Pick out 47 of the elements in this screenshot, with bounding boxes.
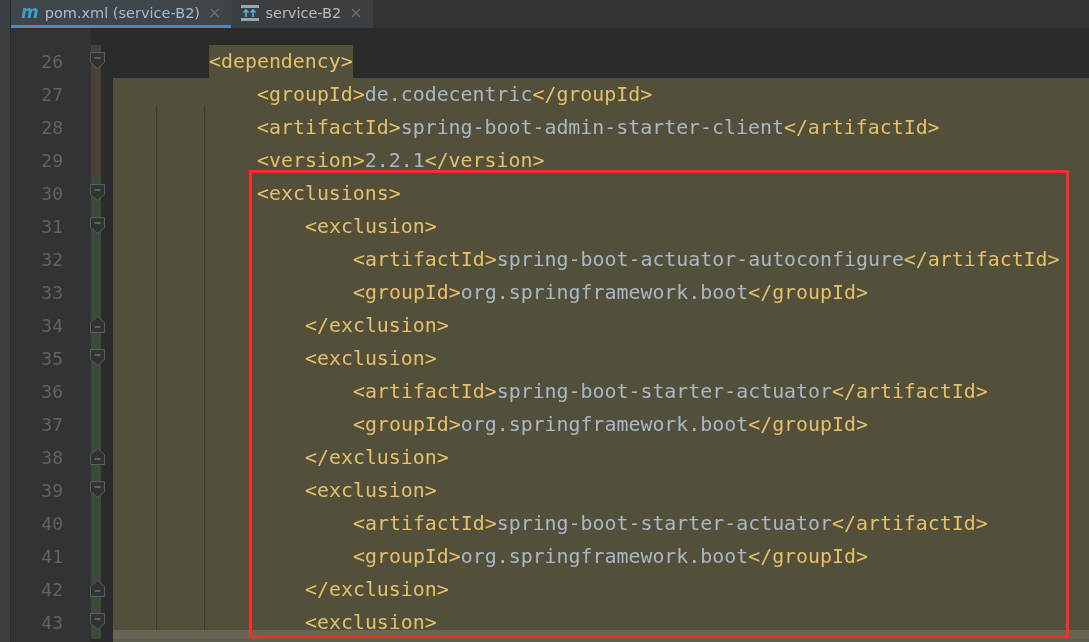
xml-tag: </exclusion>: [305, 441, 449, 474]
xml-tag: </groupId>: [748, 408, 868, 441]
xml-tag: </exclusion>: [305, 309, 449, 342]
xml-tag: <artifactId>: [353, 507, 497, 540]
xml-text: spring-boot-starter-actuator: [496, 511, 832, 537]
xml-tag: <artifactId>: [353, 243, 497, 276]
xml-tag: <dependency>: [209, 45, 353, 78]
xml-tag: <version>: [257, 144, 365, 177]
maven-icon: m: [21, 4, 39, 21]
xml-tag: </groupId>: [748, 276, 868, 309]
xml-text: org.springframework.boot: [460, 280, 749, 306]
fold-icon[interactable]: [90, 184, 105, 201]
fold-icon[interactable]: [90, 481, 105, 498]
fold-icon[interactable]: [90, 613, 105, 630]
xml-text: de.codecentric: [364, 82, 533, 108]
xml-text: org.springframework.boot: [460, 412, 749, 438]
xml-text: spring-boot-actuator-autoconfigure: [496, 247, 904, 273]
xml-tag: <exclusion>: [305, 210, 437, 243]
tab-label: service-B2: [265, 4, 342, 21]
xml-tag: <exclusions>: [257, 177, 401, 210]
xml-tag: <groupId>: [353, 540, 461, 573]
xml-tag: </artifactId>: [783, 111, 940, 144]
xml-tag: </groupId>: [532, 78, 653, 111]
xml-tag: <groupId>: [353, 408, 461, 441]
xml-tag: </artifactId>: [832, 375, 988, 408]
xml-tag: </artifactId>: [832, 507, 988, 540]
xml-tag: </version>: [424, 144, 545, 177]
editor-tab[interactable]: m pom.xml (service-B2) ×: [11, 0, 232, 28]
tab-label: pom.xml (service-B2): [44, 4, 200, 21]
xml-tag: <artifactId>: [257, 111, 401, 144]
xml-text: spring-boot-starter-actuator: [496, 379, 832, 405]
xml-tag: <exclusion>: [305, 474, 437, 507]
xml-text: 2.2.1: [364, 148, 425, 174]
xml-tag: <exclusion>: [305, 342, 437, 375]
xml-text: spring-boot-admin-starter-client: [400, 115, 784, 141]
xml-tag: <groupId>: [353, 276, 461, 309]
xml-tag: <artifactId>: [353, 375, 497, 408]
xml-tag: </exclusion>: [305, 573, 449, 606]
xml-tag: <groupId>: [257, 78, 365, 111]
fold-icon[interactable]: [90, 349, 105, 366]
xml-tag: </artifactId>: [903, 243, 1060, 276]
xml-tag: <exclusion>: [305, 606, 437, 639]
fold-icon[interactable]: [90, 52, 105, 69]
xml-text: org.springframework.boot: [460, 544, 749, 570]
module-icon: [241, 4, 260, 21]
xml-tag: </groupId>: [748, 540, 868, 573]
fold-icon[interactable]: [90, 217, 105, 234]
